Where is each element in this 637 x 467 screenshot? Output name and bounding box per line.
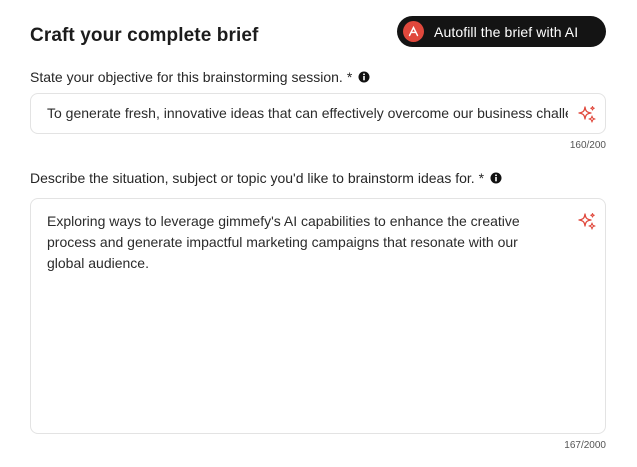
autofill-brief-button[interactable]: Autofill the brief with AI bbox=[397, 16, 606, 47]
ai-badge-icon bbox=[403, 21, 424, 42]
situation-textarea-value[interactable]: Exploring ways to leverage gimmefy's AI … bbox=[47, 211, 559, 274]
objective-label-text: State your objective for this brainstorm… bbox=[30, 69, 343, 85]
situation-field[interactable]: Exploring ways to leverage gimmefy's AI … bbox=[30, 198, 606, 434]
objective-label: State your objective for this brainstorm… bbox=[30, 69, 370, 85]
situation-label-text: Describe the situation, subject or topic… bbox=[30, 170, 475, 186]
situation-char-counter: 167/2000 bbox=[564, 440, 606, 451]
sparkle-icon[interactable] bbox=[577, 105, 597, 125]
sparkle-icon[interactable] bbox=[577, 212, 597, 232]
objective-char-counter: 160/200 bbox=[569, 140, 606, 151]
objective-field[interactable]: To generate fresh, innovative ideas that… bbox=[30, 93, 606, 134]
autofill-button-label: Autofill the brief with AI bbox=[434, 23, 579, 40]
info-icon[interactable] bbox=[490, 172, 502, 184]
situation-required-mark: * bbox=[478, 170, 485, 186]
situation-label: Describe the situation, subject or topic… bbox=[30, 170, 502, 186]
page-title: Craft your complete brief bbox=[30, 25, 259, 46]
objective-input-value[interactable]: To generate fresh, innovative ideas that… bbox=[47, 103, 568, 124]
info-icon[interactable] bbox=[358, 71, 370, 83]
objective-required-mark: * bbox=[346, 69, 353, 85]
